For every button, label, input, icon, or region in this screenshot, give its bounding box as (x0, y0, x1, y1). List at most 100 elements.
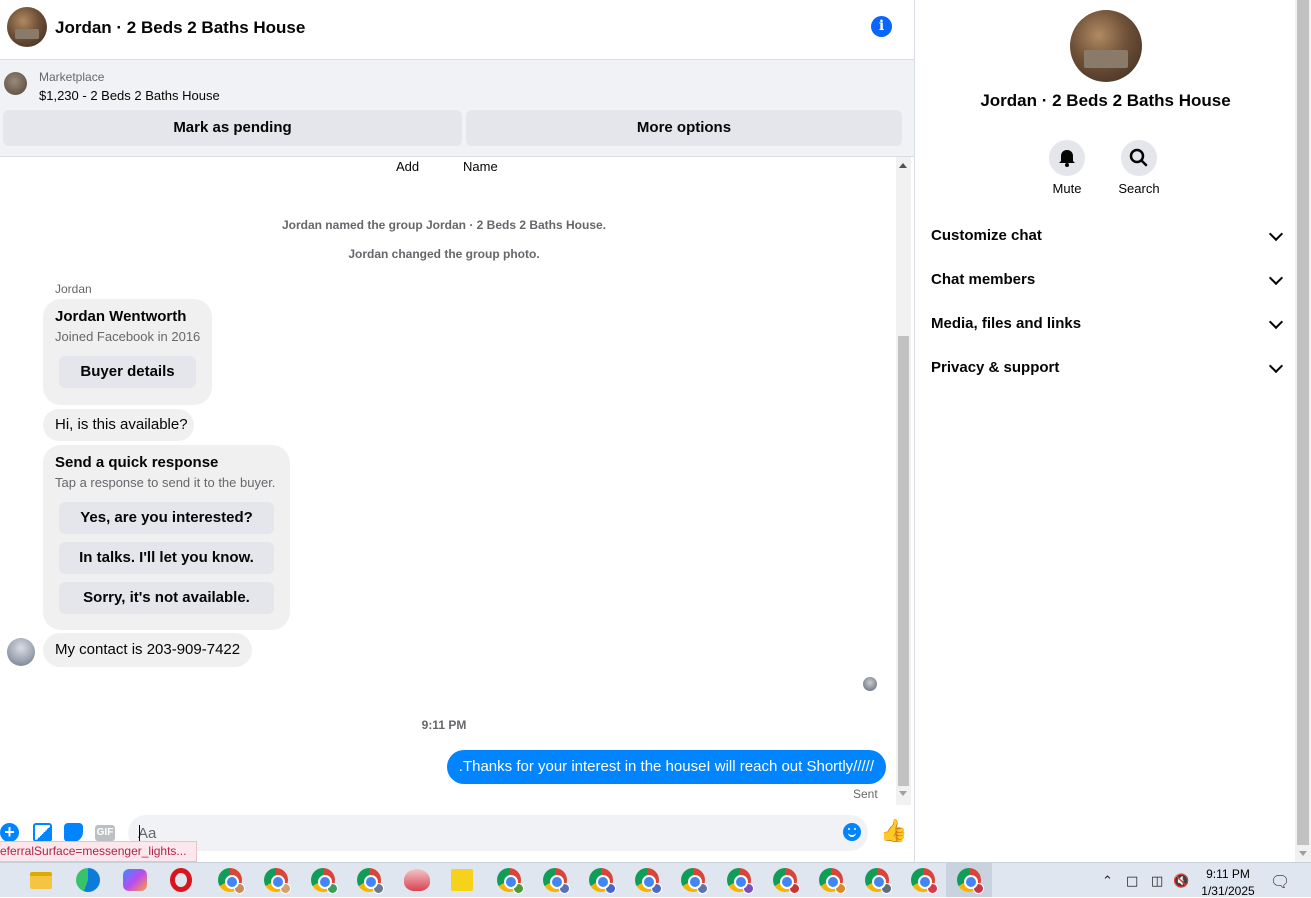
quick-response-card: Send a quick response Tap a response to … (43, 445, 290, 630)
message-bubble: My contact is 203-909-7422 (43, 633, 252, 667)
sender-avatar[interactable] (7, 638, 35, 666)
copilot-icon[interactable] (123, 869, 147, 891)
group-photo[interactable] (1070, 10, 1142, 82)
chrome-icon[interactable] (264, 868, 291, 894)
notification-icon[interactable]: 🗨 (1270, 872, 1290, 891)
chrome-icon[interactable] (218, 868, 245, 894)
quick-response-option[interactable]: Sorry, it's not available. (59, 582, 274, 614)
search-icon (1129, 148, 1148, 167)
bell-icon (1059, 150, 1075, 167)
section-label: Privacy & support (931, 359, 1060, 376)
thumbs-up-icon[interactable]: 👍 (880, 820, 907, 842)
panel-title: Jordan · 2 Beds 2 Baths House (980, 91, 1231, 110)
chevron-down-icon (1268, 226, 1284, 242)
network-icon[interactable]: □ (1126, 874, 1138, 889)
marketplace-label: Marketplace (39, 70, 105, 84)
windows-taskbar: ⌃ □ ◫ 🔇 9:11 PM 1/31/2025 🗨 (0, 862, 1311, 898)
quick-response-option[interactable]: Yes, are you interested? (59, 502, 274, 534)
chevron-down-icon (1268, 270, 1284, 286)
file-explorer-icon[interactable] (30, 872, 52, 889)
clock-time[interactable]: 9:11 PM (1200, 867, 1256, 881)
sticker-icon[interactable] (64, 823, 83, 842)
marketplace-bar: Marketplace $1,230 - 2 Beds 2 Baths Hous… (0, 60, 914, 157)
chrome-icon[interactable] (727, 868, 754, 894)
quick-response-subtitle: Tap a response to send it to the buyer. (55, 475, 276, 490)
message-list[interactable]: Add Name Jordan named the group Jordan ·… (0, 157, 896, 805)
chrome-icon[interactable] (589, 868, 616, 894)
search-button[interactable] (1121, 140, 1157, 176)
mute-button[interactable] (1049, 140, 1085, 176)
sent-message-bubble: .Thanks for your interest in the houseI … (446, 750, 886, 784)
page-scrollbar-thumb[interactable] (1297, 0, 1309, 845)
chrome-icon[interactable] (357, 868, 384, 894)
section-label: Media, files and links (931, 315, 1082, 332)
chevron-down-icon (1268, 358, 1284, 374)
plus-icon[interactable]: + (0, 823, 19, 842)
chrome-icon[interactable] (773, 868, 800, 894)
gif-icon[interactable]: GIF (95, 825, 115, 841)
sent-status: Sent (853, 787, 878, 801)
message-bubble: Hi, is this available? (43, 409, 194, 441)
chrome-icon[interactable] (635, 868, 662, 894)
name-action[interactable]: Name (463, 159, 498, 174)
message-timestamp: 9:11 PM (421, 718, 467, 732)
opera-icon[interactable] (170, 868, 192, 892)
media-files-links-section[interactable]: Media, files and links (931, 305, 1284, 345)
group-avatar[interactable] (7, 7, 47, 47)
edge-icon[interactable] (76, 868, 100, 892)
quick-response-option[interactable]: In talks. I'll let you know. (59, 542, 274, 574)
message-input[interactable] (128, 815, 868, 851)
sender-name: Jordan (55, 282, 92, 296)
scroll-down-arrow[interactable] (899, 791, 907, 796)
chat-title[interactable]: Jordan · 2 Beds 2 Baths House (55, 18, 305, 38)
photo-icon[interactable] (33, 823, 52, 842)
quick-response-title: Send a quick response (55, 454, 219, 471)
joined-text: Joined Facebook in 2016 (55, 329, 201, 344)
profile-card: Jordan Wentworth Joined Facebook in 2016… (43, 299, 212, 405)
chrome-icon[interactable] (957, 868, 984, 894)
section-label: Customize chat (931, 227, 1042, 244)
chrome-icon[interactable] (681, 868, 708, 894)
chat-members-section[interactable]: Chat members (931, 261, 1284, 301)
battery-icon[interactable]: ◫ (1151, 874, 1163, 889)
read-receipt-avatar (863, 677, 877, 691)
scroll-up-arrow[interactable] (899, 163, 907, 168)
buyer-name: Jordan Wentworth (55, 308, 187, 325)
system-message: Jordan named the group Jordan · 2 Beds 2… (281, 218, 607, 232)
section-label: Chat members (931, 271, 1036, 288)
chrome-icon[interactable] (543, 868, 570, 894)
mute-label: Mute (1052, 181, 1082, 196)
system-message: Jordan changed the group photo. (348, 247, 540, 261)
chrome-icon[interactable] (865, 868, 892, 894)
info-icon[interactable]: i (871, 16, 892, 37)
chat-pane: Jordan · 2 Beds 2 Baths House i Marketpl… (0, 0, 914, 862)
sticky-notes-icon[interactable] (451, 869, 473, 891)
status-bar-url: eferralSurface=messenger_lights... (0, 841, 198, 862)
chrome-icon[interactable] (911, 868, 938, 894)
text-cursor (139, 825, 140, 842)
search-label: Search (1118, 181, 1160, 196)
customize-chat-section[interactable]: Customize chat (931, 217, 1284, 257)
chat-scrollbar-thumb[interactable] (898, 336, 909, 786)
chrome-icon[interactable] (819, 868, 846, 894)
buyer-details-button[interactable]: Buyer details (59, 356, 196, 388)
page-scroll-down-arrow[interactable] (1299, 851, 1307, 856)
privacy-support-section[interactable]: Privacy & support (931, 349, 1284, 389)
more-options-button[interactable]: More options (466, 110, 902, 146)
snipping-tool-icon[interactable] (404, 869, 430, 891)
clock-date[interactable]: 1/31/2025 (1196, 884, 1260, 898)
chrome-icon[interactable] (497, 868, 524, 894)
add-action[interactable]: Add (396, 159, 419, 174)
message-text: Hi, is this available? (55, 416, 188, 433)
emoji-icon[interactable] (843, 823, 861, 841)
chevron-down-icon (1268, 314, 1284, 330)
chrome-icon[interactable] (311, 868, 338, 894)
mark-as-pending-button[interactable]: Mark as pending (3, 110, 462, 146)
chat-info-panel: Jordan · 2 Beds 2 Baths House Mute Searc… (914, 0, 1295, 862)
volume-muted-icon[interactable]: 🔇 (1173, 874, 1189, 889)
chat-header: Jordan · 2 Beds 2 Baths House i (0, 0, 914, 60)
chevron-up-icon[interactable]: ⌃ (1102, 874, 1113, 889)
listing-thumbnail[interactable] (4, 72, 27, 95)
listing-title[interactable]: $1,230 - 2 Beds 2 Baths House (39, 88, 220, 103)
message-text: My contact is 203-909-7422 (55, 641, 241, 658)
